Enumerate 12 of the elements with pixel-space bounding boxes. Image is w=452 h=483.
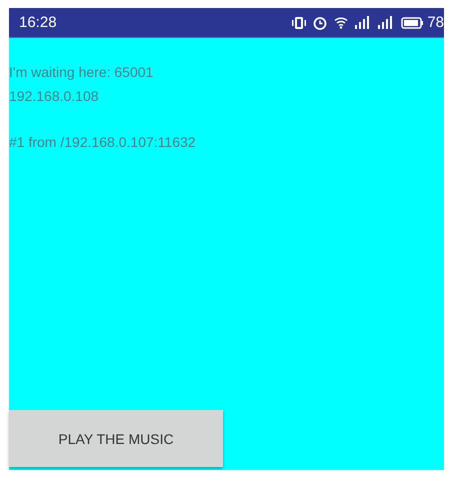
battery-percent: 78 bbox=[427, 14, 444, 31]
signal-icon bbox=[378, 16, 394, 29]
status-message: 192.168.0.108 bbox=[9, 87, 100, 106]
signal-icon bbox=[355, 16, 372, 29]
status-message: #1 from /192.168.0.107:11632 bbox=[9, 133, 197, 152]
alarm-icon bbox=[313, 16, 328, 30]
play-music-button[interactable]: PLAY THE MUSIC bbox=[9, 410, 223, 467]
vibrate-icon bbox=[292, 16, 306, 30]
battery-icon bbox=[401, 16, 424, 28]
status-time: 16:28 bbox=[19, 14, 57, 31]
wifi-icon bbox=[334, 16, 348, 29]
status-message: I'm waiting here: 65001 bbox=[9, 63, 154, 82]
